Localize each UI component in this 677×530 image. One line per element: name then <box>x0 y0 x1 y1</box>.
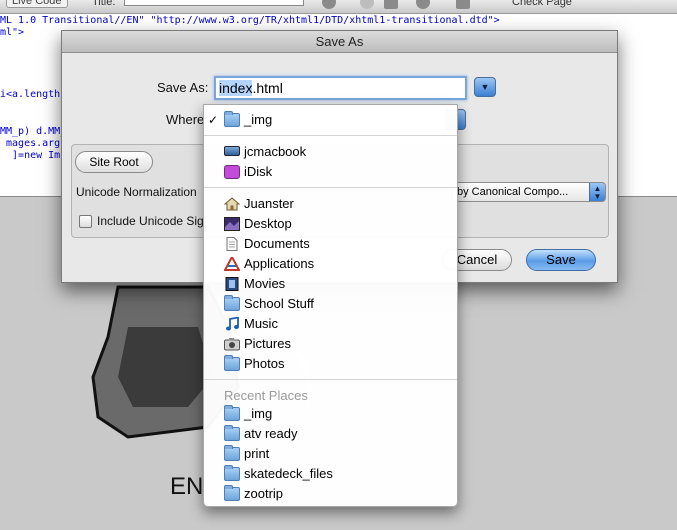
folder-icon <box>224 465 240 481</box>
menu-item-print[interactable]: print <box>204 444 457 464</box>
movies-icon <box>224 277 240 291</box>
menu-separator <box>204 135 457 136</box>
menu-item-label: Desktop <box>244 216 292 231</box>
pictures-icon <box>224 337 240 351</box>
code-line: mages.argu <box>0 138 67 149</box>
menu-item-pictures[interactable]: Pictures <box>204 334 457 354</box>
desktop-icon <box>224 217 240 231</box>
globe-icon[interactable] <box>322 0 336 9</box>
menu-item-applications[interactable]: Applications <box>204 254 457 274</box>
menu-item-idisk[interactable]: iDisk <box>204 162 457 182</box>
menu-item-atv-ready[interactable]: atv ready <box>204 424 457 444</box>
include-unicode-signature-checkbox[interactable] <box>79 215 92 228</box>
refresh-icon[interactable] <box>416 0 430 9</box>
filename-extension: .html <box>252 80 283 96</box>
menu-item-label: atv ready <box>244 426 298 441</box>
menu-item-recent-img[interactable]: _img <box>204 404 457 424</box>
menu-separator <box>204 379 457 380</box>
menu-item-photos[interactable]: Photos <box>204 354 457 374</box>
menu-item-school-stuff[interactable]: School Stuff <box>204 294 457 314</box>
code-line: ML 1.0 Transitional//EN" "http://www.w3.… <box>0 15 500 26</box>
computer-icon <box>224 146 240 156</box>
menu-item-movies[interactable]: Movies <box>204 274 457 294</box>
menu-item-label: School Stuff <box>244 296 314 311</box>
folder-icon <box>224 295 240 311</box>
checkmark-icon: ✓ <box>208 113 219 127</box>
save-button[interactable]: Save <box>526 249 596 271</box>
home-icon <box>224 197 240 211</box>
folder-icon <box>224 485 240 501</box>
menu-item-jcmacbook[interactable]: jcmacbook <box>204 142 457 162</box>
artwork-text: EN <box>170 473 204 500</box>
menu-item-label: Music <box>244 316 278 331</box>
title-label: Title: <box>92 0 116 8</box>
expand-dialog-button[interactable]: ▼ <box>474 77 496 97</box>
menu-item-label: print <box>244 446 270 461</box>
save-as-label: Save As: <box>157 80 209 95</box>
code-line: i<a.length <box>0 89 61 100</box>
folder-icon <box>224 425 240 441</box>
menu-item-label: zootrip <box>244 486 284 501</box>
title-field[interactable] <box>124 0 304 6</box>
menu-item-label: skatedeck_files <box>244 466 333 481</box>
menu-item-zootrip[interactable]: zootrip <box>204 484 457 504</box>
menu-item-skatedeck-files[interactable]: skatedeck_files <box>204 464 457 484</box>
where-menu: ✓ _img jcmacbook iDisk Juanster Desktop … <box>203 104 458 507</box>
applications-icon <box>224 257 240 271</box>
unicode-normalization-value: by Canonical Compo... <box>457 186 569 198</box>
menu-item-label: Photos <box>244 356 285 371</box>
where-label: Where <box>166 112 205 127</box>
circle-icon[interactable] <box>360 0 374 9</box>
recent-places-header: Recent Places <box>224 388 308 403</box>
live-code-button[interactable]: Live Code <box>6 0 68 8</box>
menu-item-desktop[interactable]: Desktop <box>204 214 457 234</box>
menu-item-label: _img <box>244 406 273 421</box>
document-toolbar: Live Code Title: Check Page <box>0 0 677 14</box>
flag-icon[interactable] <box>456 0 470 9</box>
menu-item-music[interactable]: Music <box>204 314 457 334</box>
menu-separator <box>204 187 457 188</box>
folder-icon <box>224 405 240 421</box>
updown-arrow-icon: ▲ ▼ <box>589 183 605 201</box>
include-unicode-signature-label: Include Unicode Sig <box>97 214 204 228</box>
check-page-button[interactable]: Check Page <box>512 0 572 8</box>
unicode-normalization-select[interactable]: by Canonical Compo... ▲ ▼ <box>452 182 606 202</box>
code-line: MM_p) d.MM_ <box>0 126 67 137</box>
menu-item-label: Movies <box>244 276 286 291</box>
menu-item-documents[interactable]: Documents <box>204 234 457 254</box>
menu-item-label: jcmacbook <box>244 144 307 159</box>
view-icon[interactable] <box>384 0 398 9</box>
menu-item-label: Pictures <box>244 336 291 351</box>
menu-item-label: Applications <box>244 256 315 271</box>
unicode-normalization-label: Unicode Normalization <box>76 185 197 199</box>
filename-field[interactable]: index.html <box>214 76 467 100</box>
site-root-button[interactable]: Site Root <box>75 151 153 173</box>
menu-item-selected[interactable]: ✓ _img <box>204 110 457 130</box>
music-icon <box>224 317 240 331</box>
menu-item-label: _img <box>244 112 273 127</box>
menu-item-label: Documents <box>244 236 310 251</box>
documents-icon <box>224 237 240 251</box>
folder-icon <box>224 355 240 371</box>
filename-selection: index <box>219 80 253 96</box>
menu-item-juanster[interactable]: Juanster <box>204 194 457 214</box>
menu-item-label: Juanster <box>244 196 294 211</box>
folder-icon <box>224 111 240 127</box>
code-line: ml"> <box>0 27 25 38</box>
idisk-icon <box>224 165 240 179</box>
menu-item-label: iDisk <box>244 164 273 179</box>
folder-icon <box>224 445 240 461</box>
dialog-title: Save As <box>62 31 617 53</box>
